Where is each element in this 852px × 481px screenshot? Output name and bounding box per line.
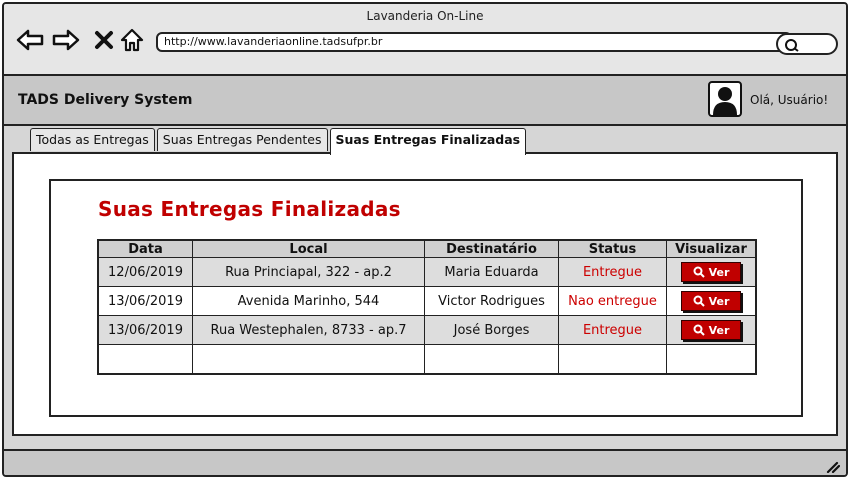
window-title: Lavanderia On-Line [366,9,484,23]
close-x-icon[interactable] [90,26,118,54]
tab-entregas-finalizadas[interactable]: Suas Entregas Finalizadas [329,128,527,155]
table-row: 13/06/2019 Rua Westephalen, 8733 - ap.7 … [97,315,757,345]
table-row: 12/06/2019 Rua Princiapal, 322 - ap.2 Ma… [97,257,757,287]
deliveries-table: Data Local Destinatário Status Visualiza… [97,239,757,375]
cell-destinatario: José Borges [424,315,559,345]
magnifier-icon [693,324,705,336]
view-button-label: Ver [708,294,730,308]
tab-todas-entregas[interactable]: Todas as Entregas [30,128,155,151]
tab-entregas-pendentes[interactable]: Suas Entregas Pendentes [156,128,328,151]
view-button-label: Ver [708,265,730,279]
cell-visualizar: Ver [666,286,757,316]
cell-local: Rua Westephalen, 8733 - ap.7 [192,315,425,345]
page-title: Suas Entregas Finalizadas [98,197,401,221]
home-icon[interactable] [118,26,146,54]
cell-empty [666,344,757,375]
cell-data: 12/06/2019 [97,257,193,287]
cell-destinatario: Maria Eduarda [424,257,559,287]
column-header-visualizar: Visualizar [666,239,757,258]
table-row-empty [97,344,757,375]
cell-empty [558,344,667,375]
browser-window: Lavanderia On-Line http://www.lavanderia… [2,2,848,477]
search-field[interactable] [776,33,838,55]
app-header: TADS Delivery System Olá, Usuário! [4,76,846,126]
back-arrow-icon[interactable] [16,26,44,54]
tab-bar: Todas as Entregas Suas Entregas Pendente… [30,128,528,155]
resize-grip-icon[interactable] [824,459,840,473]
column-header-status: Status [558,239,667,258]
url-input[interactable]: http://www.lavanderiaonline.tadsufpr.br [156,32,792,52]
magnifier-icon [693,266,705,278]
cell-visualizar: Ver [666,257,757,287]
column-header-local: Local [192,239,425,258]
cell-local: Rua Princiapal, 322 - ap.2 [192,257,425,287]
app-title: TADS Delivery System [18,92,193,108]
user-icon [713,87,737,115]
forward-arrow-icon[interactable] [52,26,80,54]
cell-local: Avenida Marinho, 544 [192,286,425,316]
table-row: 13/06/2019 Avenida Marinho, 544 Victor R… [97,286,757,316]
cell-status: Entregue [558,315,667,345]
content-card: Suas Entregas Finalizadas Data Local Des… [49,179,803,417]
view-button[interactable]: Ver [681,262,741,282]
column-header-data: Data [97,239,193,258]
view-button[interactable]: Ver [681,320,741,340]
cell-empty [97,344,193,375]
status-bar [4,449,846,475]
magnifier-icon [693,295,705,307]
cell-visualizar: Ver [666,315,757,345]
cell-destinatario: Victor Rodrigues [424,286,559,316]
cell-status: Nao entregue [558,286,667,316]
cell-data: 13/06/2019 [97,315,193,345]
cell-data: 13/06/2019 [97,286,193,316]
user-greeting: Olá, Usuário! [750,93,829,107]
view-button-label: Ver [708,323,730,337]
cell-status: Entregue [558,257,667,287]
cell-empty [424,344,559,375]
column-header-destinatario: Destinatário [424,239,559,258]
search-icon [785,39,799,52]
browser-titlebar: Lavanderia On-Line http://www.lavanderia… [4,4,846,76]
view-button[interactable]: Ver [681,291,741,311]
avatar[interactable] [708,81,742,117]
tab-panel: Suas Entregas Finalizadas Data Local Des… [12,152,838,436]
cell-empty [192,344,425,375]
